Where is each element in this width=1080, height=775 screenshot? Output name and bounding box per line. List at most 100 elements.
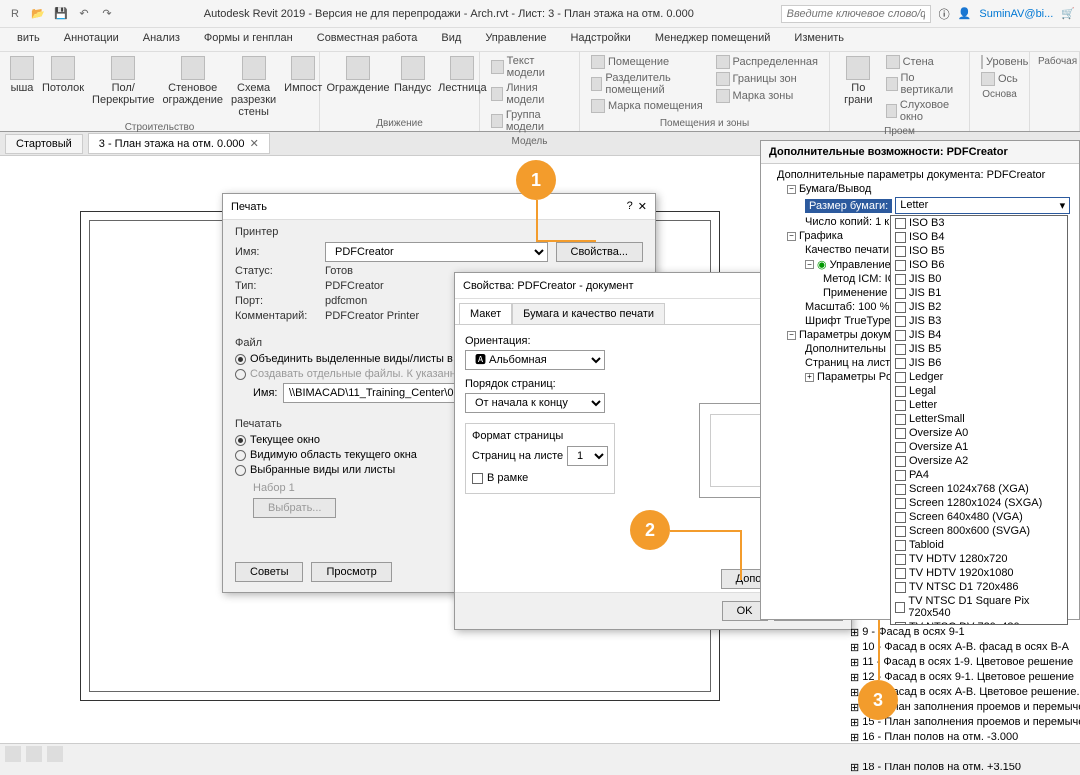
size-option[interactable]: TV NTSC D1 720x486 — [891, 580, 1067, 594]
size-option[interactable]: JIS B5 — [891, 342, 1067, 356]
size-option[interactable]: Screen 640x480 (VGA) — [891, 510, 1067, 524]
size-option[interactable]: TV NTSC D1 Square Pix 720x540 — [891, 594, 1067, 620]
revit-icon[interactable]: R — [5, 4, 25, 24]
tab-view[interactable]: Вид — [429, 28, 473, 51]
tree-root[interactable]: Дополнительные параметры документа: PDFC… — [765, 168, 1075, 182]
size-option[interactable]: Letter — [891, 398, 1067, 412]
btn-roof[interactable]: ыша — [8, 54, 36, 96]
btn-railing[interactable]: Ограждение — [328, 54, 388, 96]
tab-collaborate[interactable]: Совместная работа — [305, 28, 430, 51]
order-select[interactable]: От начала к концу — [465, 393, 605, 413]
help-icon[interactable]: ⓘ — [939, 6, 950, 22]
size-option[interactable]: JIS B0 — [891, 272, 1067, 286]
btn-areatag[interactable]: Марка зоны — [713, 88, 821, 104]
btn-roomtag[interactable]: Марка помещения — [588, 98, 709, 114]
size-option[interactable]: TV NTSC DV 720x480 — [891, 620, 1067, 625]
status-icon[interactable] — [26, 746, 42, 762]
btn-areabound[interactable]: Границы зон — [713, 71, 821, 87]
save-icon[interactable]: 💾 — [51, 4, 71, 24]
size-option[interactable]: Legal — [891, 384, 1067, 398]
tree-paper[interactable]: −Бумага/Вывод — [765, 182, 1075, 196]
btn-grid[interactable]: Схема разрезки стены — [229, 54, 278, 120]
btn-area[interactable]: Распределенная — [713, 54, 821, 70]
tab-paper[interactable]: Бумага и качество печати — [512, 303, 665, 324]
tab-modify[interactable]: Изменить — [782, 28, 856, 51]
btn-modelline[interactable]: Линия модели — [488, 81, 571, 107]
size-option[interactable]: Screen 1024x768 (XGA) — [891, 482, 1067, 496]
view-tab-start[interactable]: Стартовый — [5, 134, 83, 154]
btn-modelgroup[interactable]: Группа модели — [488, 108, 571, 134]
btn-vertical[interactable]: По вертикали — [883, 71, 961, 97]
tab-layout[interactable]: Макет — [459, 303, 512, 324]
printer-select[interactable]: PDFCreator — [325, 242, 548, 262]
btn-mullion[interactable]: Импост — [282, 54, 324, 96]
select-button[interactable]: Выбрать... — [253, 498, 336, 518]
size-option[interactable]: Screen 1280x1024 (SXGA) — [891, 496, 1067, 510]
properties-button[interactable]: Свойства... — [556, 242, 643, 262]
btn-byface[interactable]: По грани — [838, 54, 879, 108]
size-option[interactable]: ISO B3 — [891, 216, 1067, 230]
close-icon[interactable]: ✕ — [250, 137, 259, 150]
tab-manage[interactable]: Управление — [473, 28, 558, 51]
view-tab-plan[interactable]: 3 - План этажа на отм. 0.000✕ — [88, 133, 270, 154]
size-option[interactable]: JIS B4 — [891, 328, 1067, 342]
size-option[interactable]: JIS B3 — [891, 314, 1067, 328]
undo-icon[interactable]: ↶ — [74, 4, 94, 24]
pages-select[interactable]: 1 — [567, 446, 608, 466]
btn-curtain[interactable]: Стеновое ограждение — [160, 54, 225, 108]
cart-icon[interactable]: 🛒 — [1061, 7, 1075, 20]
size-dropdown-list[interactable]: ISO B3ISO B4ISO B5ISO B6JIS B0JIS B1JIS … — [890, 215, 1068, 625]
status-icon[interactable] — [47, 746, 63, 762]
size-option[interactable]: ISO B5 — [891, 244, 1067, 258]
tab-roommgr[interactable]: Менеджер помещений — [643, 28, 783, 51]
size-option[interactable]: Ledger — [891, 370, 1067, 384]
tab-addins[interactable]: Надстройки — [558, 28, 642, 51]
tips-button[interactable]: Советы — [235, 562, 303, 582]
btn-room[interactable]: Помещение — [588, 54, 709, 70]
size-option[interactable]: LetterSmall — [891, 412, 1067, 426]
btn-level[interactable]: Уровень — [978, 54, 1021, 70]
tab-massing[interactable]: Формы и генплан — [192, 28, 305, 51]
size-option[interactable]: Oversize A2 — [891, 454, 1067, 468]
btn-dormer[interactable]: Слуховое окно — [883, 98, 961, 124]
size-option[interactable]: TV HDTV 1920x1080 — [891, 566, 1067, 580]
search-input[interactable] — [781, 5, 931, 23]
btn-floor[interactable]: Пол/Перекрытие — [90, 54, 156, 108]
btn-ceiling[interactable]: Потолок — [40, 54, 86, 96]
preview-button[interactable]: Просмотр — [311, 562, 391, 582]
redo-icon[interactable]: ↷ — [97, 4, 117, 24]
help-icon[interactable]: ? — [627, 200, 633, 213]
size-option[interactable]: Oversize A1 — [891, 440, 1067, 454]
browser-item[interactable]: ⊞9 - Фасад в осях 9-1 — [850, 625, 1080, 640]
btn-wall[interactable]: Стена — [883, 54, 961, 70]
tree-size[interactable]: Размер бумаги: Letter▾ — [765, 196, 1075, 215]
radio-selected[interactable]: Выбранные виды или листы — [235, 464, 431, 476]
size-option[interactable]: Tabloid — [891, 538, 1067, 552]
btn-roomsep[interactable]: Разделитель помещений — [588, 71, 709, 97]
size-option[interactable]: ISO B6 — [891, 258, 1067, 272]
size-option[interactable]: Oversize A0 — [891, 426, 1067, 440]
size-option[interactable]: Screen 800x600 (SVGA) — [891, 524, 1067, 538]
radio-current[interactable]: Текущее окно — [235, 434, 431, 446]
orientation-select[interactable]: 🅰 Альбомная — [465, 350, 605, 370]
size-option[interactable]: PA4 — [891, 468, 1067, 482]
sign-icon[interactable]: 👤 — [958, 7, 972, 20]
btn-modeltext[interactable]: Текст модели — [488, 54, 571, 80]
btn-axis[interactable]: Ось — [978, 71, 1021, 87]
browser-item[interactable]: ⊞10 - Фасад в осях А-В. фасад в осях В-А — [850, 640, 1080, 655]
status-icon[interactable] — [5, 746, 21, 762]
btn-ramp[interactable]: Пандус — [392, 54, 433, 96]
size-option[interactable]: TV HDTV 1280x720 — [891, 552, 1067, 566]
size-dropdown-field[interactable]: Letter▾ — [895, 197, 1070, 214]
open-icon[interactable]: 📂 — [28, 4, 48, 24]
tab-annotate[interactable]: Аннотации — [52, 28, 131, 51]
user-label[interactable]: SuminAV@bi... — [979, 8, 1053, 20]
close-icon[interactable]: ✕ — [638, 200, 647, 213]
size-option[interactable]: JIS B6 — [891, 356, 1067, 370]
size-option[interactable]: JIS B1 — [891, 286, 1067, 300]
radio-visible[interactable]: Видимую область текущего окна — [235, 449, 431, 461]
tab-edit[interactable]: вить — [5, 28, 52, 51]
size-option[interactable]: ISO B4 — [891, 230, 1067, 244]
size-option[interactable]: JIS B2 — [891, 300, 1067, 314]
frame-checkbox[interactable] — [472, 473, 483, 484]
